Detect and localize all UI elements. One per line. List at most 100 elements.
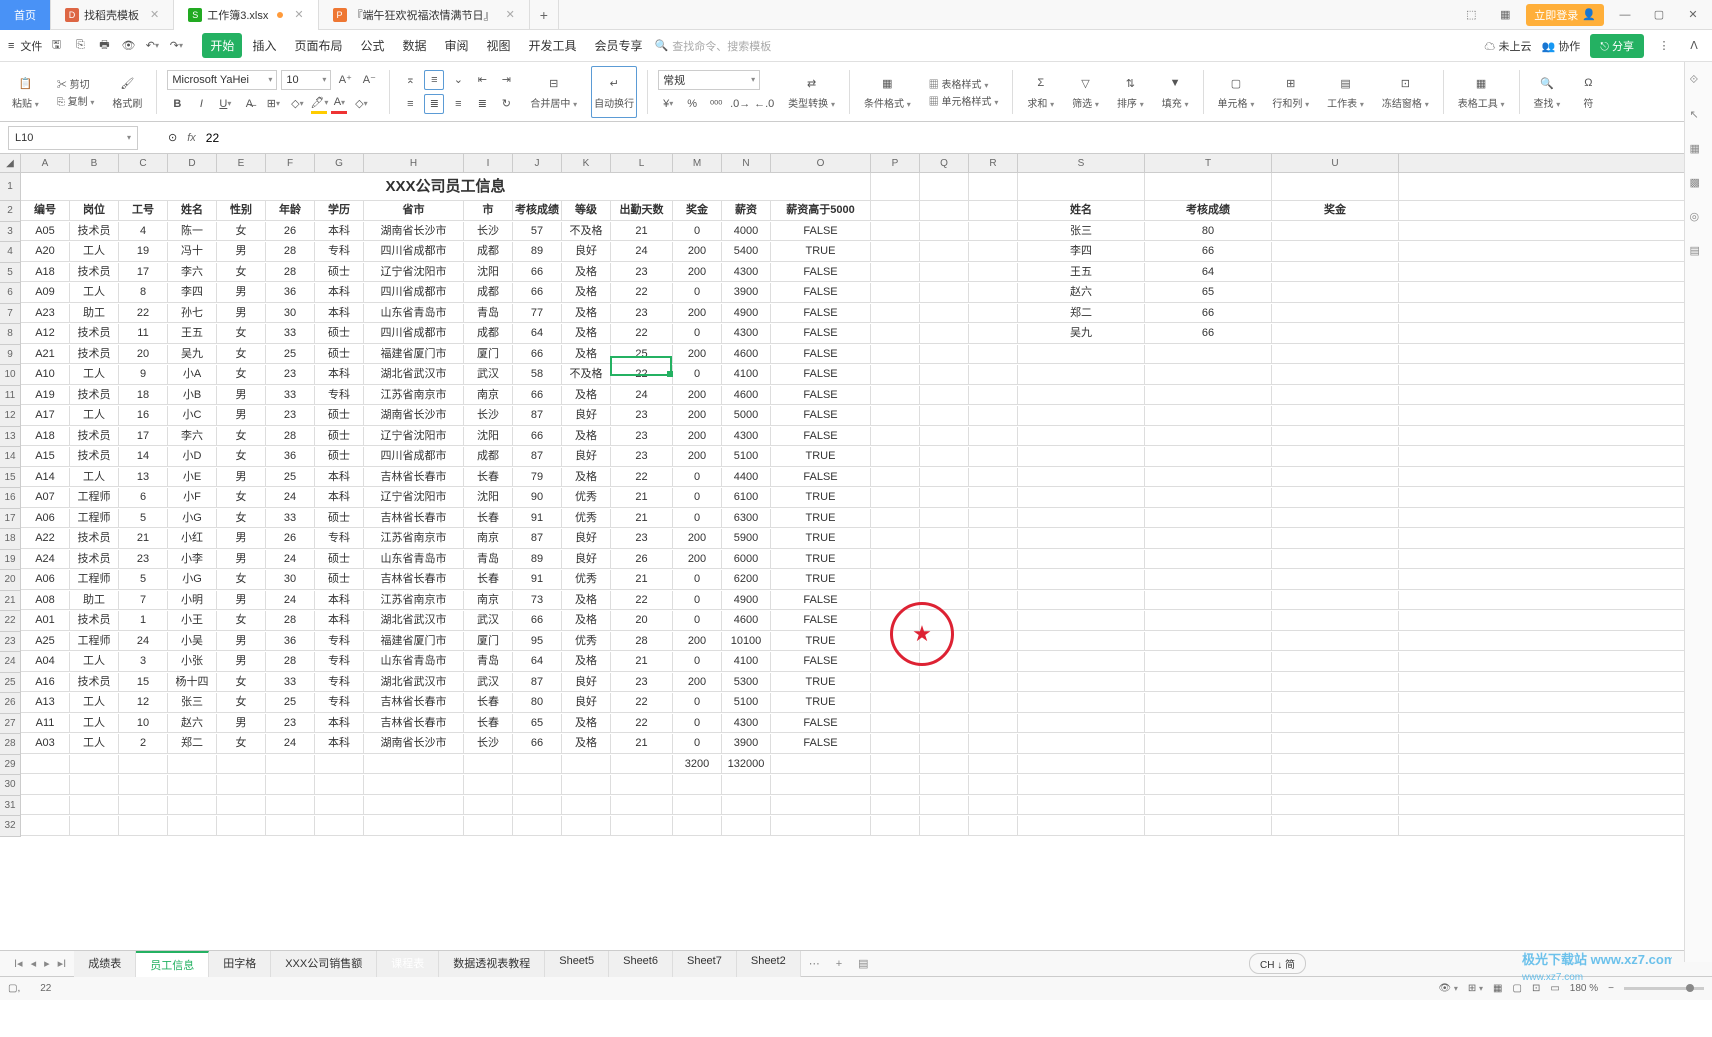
justify-icon[interactable]: ≣ (472, 94, 492, 114)
cell[interactable] (673, 775, 722, 794)
row-header[interactable]: 16 (0, 488, 21, 509)
cell[interactable] (1018, 509, 1145, 528)
cell[interactable]: 技术员 (70, 550, 119, 569)
cell[interactable]: 男 (217, 714, 266, 733)
cell[interactable] (969, 222, 1018, 241)
cell[interactable]: 工人 (70, 714, 119, 733)
cell[interactable]: 33 (266, 386, 315, 405)
cell[interactable]: 吉林省长春市 (364, 693, 464, 712)
filter-button[interactable]: ▽筛选 ▾ (1068, 66, 1103, 118)
cell[interactable] (1272, 755, 1399, 774)
clear-format-icon[interactable]: ◇ ▾ (351, 94, 371, 114)
decrease-font-icon[interactable]: A⁻ (359, 70, 379, 90)
cell[interactable]: 专科 (315, 632, 364, 651)
cell[interactable]: 武汉 (464, 673, 513, 692)
cell[interactable] (1018, 734, 1145, 753)
cell[interactable] (969, 345, 1018, 364)
cell[interactable] (168, 816, 217, 835)
cell[interactable] (969, 365, 1018, 384)
sheet-tab[interactable]: 员工信息 (136, 951, 209, 977)
fx-icon[interactable]: fx (187, 132, 196, 144)
cell[interactable]: 薪资高于5000 (771, 201, 871, 220)
cell[interactable]: 及格 (562, 714, 611, 733)
cell[interactable]: 5 (119, 570, 168, 589)
cell[interactable]: 28 (266, 427, 315, 446)
cell[interactable]: 赵六 (1018, 283, 1145, 302)
cell[interactable]: 65 (513, 714, 562, 733)
cell[interactable] (871, 242, 920, 261)
cell[interactable] (969, 304, 1018, 323)
cell[interactable]: 23 (611, 529, 673, 548)
cell[interactable]: 技术员 (70, 673, 119, 692)
cell[interactable]: 女 (217, 570, 266, 589)
cell[interactable]: 工程师 (70, 509, 119, 528)
cell[interactable]: 男 (217, 468, 266, 487)
row-header[interactable]: 3 (0, 222, 21, 243)
cell[interactable]: 28 (266, 263, 315, 282)
cell[interactable] (1272, 386, 1399, 405)
cell[interactable]: 奖金 (1272, 201, 1399, 220)
cell[interactable]: 4300 (722, 324, 771, 343)
cell[interactable] (1145, 550, 1272, 569)
row-header[interactable]: 8 (0, 324, 21, 345)
cell[interactable]: 26 (266, 529, 315, 548)
cell[interactable]: 本科 (315, 714, 364, 733)
cell[interactable]: 吴九 (1018, 324, 1145, 343)
print-icon[interactable]: 🖶 (94, 36, 114, 56)
cell[interactable]: 山东省青岛市 (364, 652, 464, 671)
preview-icon[interactable]: 👁 (118, 36, 138, 56)
cell[interactable] (871, 755, 920, 774)
cell[interactable]: 17 (119, 427, 168, 446)
cell[interactable]: 200 (673, 304, 722, 323)
row-header[interactable]: 17 (0, 509, 21, 530)
cell[interactable]: 21 (611, 734, 673, 753)
cell[interactable]: 南京 (464, 591, 513, 610)
cell[interactable] (969, 447, 1018, 466)
formula-input[interactable] (206, 131, 606, 145)
cell[interactable] (464, 816, 513, 835)
cell[interactable]: 厦门 (464, 345, 513, 364)
cell[interactable]: 本科 (315, 304, 364, 323)
col-header[interactable]: P (871, 154, 920, 172)
cell[interactable]: 辽宁省沈阳市 (364, 427, 464, 446)
cell[interactable]: 性别 (217, 201, 266, 220)
cell[interactable]: 89 (513, 242, 562, 261)
cell[interactable]: 江苏省南京市 (364, 529, 464, 548)
cell[interactable]: TRUE (771, 488, 871, 507)
cell[interactable]: 13 (119, 468, 168, 487)
cell[interactable]: 技术员 (70, 345, 119, 364)
cell[interactable] (871, 796, 920, 815)
cell[interactable]: 硕士 (315, 345, 364, 364)
cell[interactable] (920, 304, 969, 323)
cell[interactable]: 66 (1145, 324, 1272, 343)
cell[interactable]: 33 (266, 324, 315, 343)
cell[interactable]: FALSE (771, 283, 871, 302)
cell[interactable] (1018, 386, 1145, 405)
cell[interactable]: 25 (266, 693, 315, 712)
cell[interactable]: 本科 (315, 734, 364, 753)
cell[interactable] (969, 201, 1018, 220)
cell[interactable]: 工人 (70, 365, 119, 384)
cell[interactable]: 良好 (562, 673, 611, 692)
cell[interactable]: 4600 (722, 611, 771, 630)
cell[interactable]: 200 (673, 386, 722, 405)
cell[interactable]: 66 (513, 734, 562, 753)
cell[interactable] (611, 755, 673, 774)
cell[interactable]: 6000 (722, 550, 771, 569)
cell[interactable] (722, 816, 771, 835)
cell[interactable] (722, 796, 771, 815)
cell[interactable] (1272, 263, 1399, 282)
row-header[interactable]: 29 (0, 755, 21, 776)
cell[interactable]: 3200 (673, 755, 722, 774)
cell[interactable]: 男 (217, 386, 266, 405)
cell[interactable]: 良好 (562, 447, 611, 466)
doc-tab[interactable]: D找稻壳模板✕ (51, 0, 174, 30)
cell[interactable] (1145, 488, 1272, 507)
cell[interactable]: 20 (611, 611, 673, 630)
cell[interactable]: 女 (217, 263, 266, 282)
cell[interactable] (217, 755, 266, 774)
row-header[interactable]: 9 (0, 345, 21, 366)
cell[interactable]: 95 (513, 632, 562, 651)
cell[interactable]: 200 (673, 447, 722, 466)
cell[interactable]: 王五 (168, 324, 217, 343)
